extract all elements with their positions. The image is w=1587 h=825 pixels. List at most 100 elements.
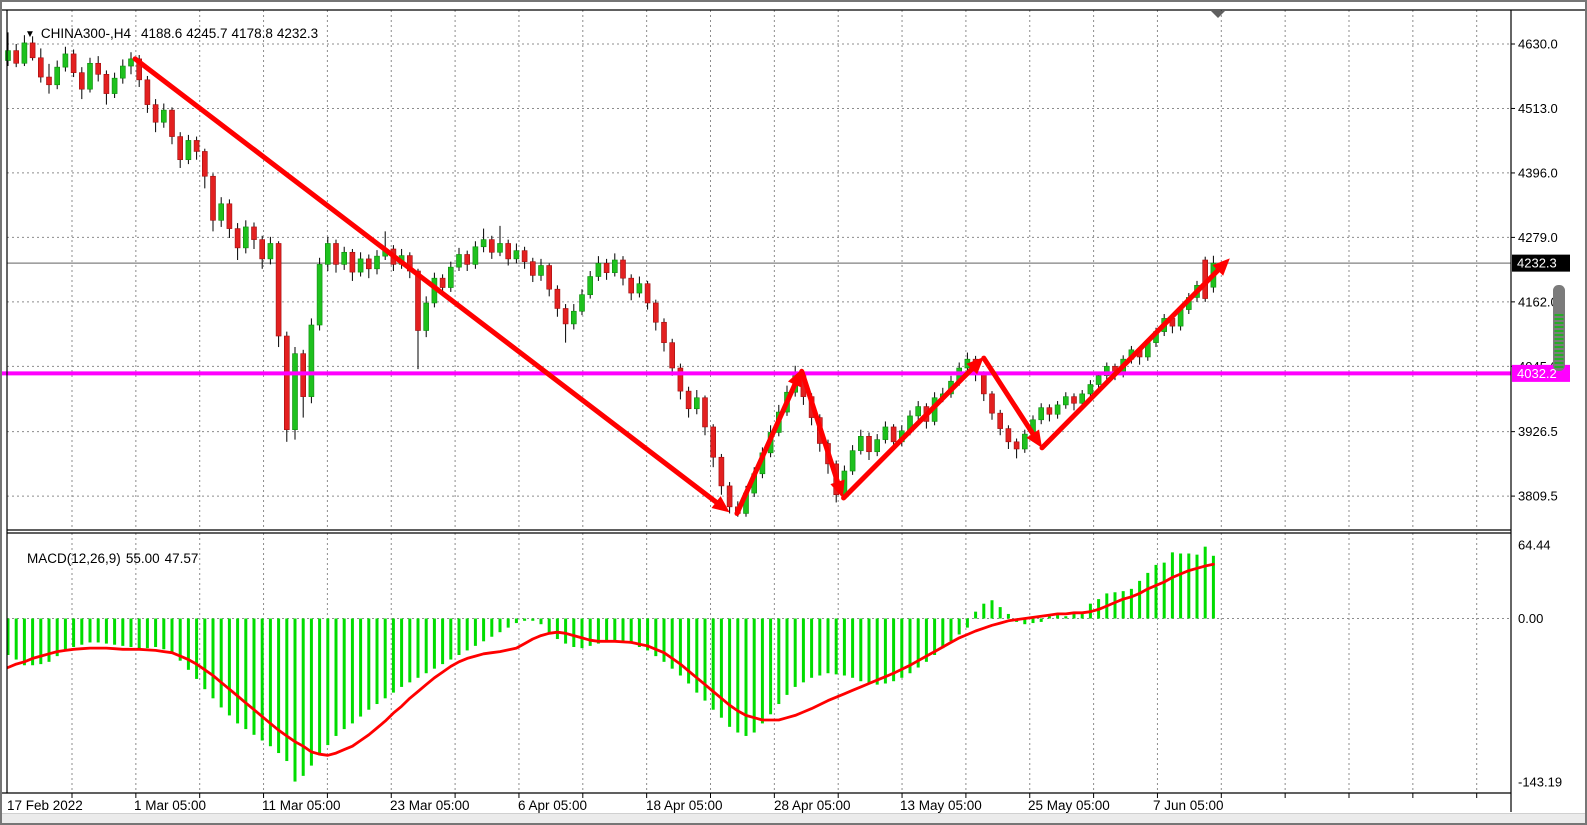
macd-histogram-bar (671, 619, 674, 669)
macd-histogram-bar (1163, 563, 1166, 619)
macd-histogram-bar (400, 619, 403, 687)
candle-body (875, 440, 880, 452)
candle-body (653, 303, 658, 322)
candle-body (498, 243, 503, 252)
indicator-name: MACD(12,26,9) (27, 551, 121, 566)
macd-histogram-bar (1032, 619, 1035, 624)
macd-histogram-bar (433, 619, 436, 669)
candle-body (38, 58, 43, 77)
macd-histogram-bar (72, 619, 75, 648)
candle-body (711, 427, 716, 457)
candle-body (1014, 442, 1019, 449)
time-axis-label: 18 Apr 05:00 (646, 798, 723, 813)
macd-histogram-bar (736, 619, 739, 733)
candle-body (465, 254, 470, 264)
candle-body (416, 271, 421, 331)
candle-body (47, 77, 52, 85)
ohlc-open: 4188.6 (141, 26, 182, 41)
macd-histogram-bar (827, 619, 830, 674)
macd-histogram-bar (548, 619, 551, 634)
macd-histogram-bar (441, 619, 444, 665)
time-axis-label: 28 Apr 05:00 (774, 798, 851, 813)
macd-histogram-bar (704, 619, 707, 701)
candle-body (645, 284, 650, 303)
chart-shift-marker-icon[interactable] (1211, 11, 1225, 18)
candle-body (629, 278, 634, 293)
candle-body (555, 289, 560, 308)
trend-arrow-line (802, 371, 839, 485)
macd-histogram-bar (228, 619, 231, 716)
macd-histogram-bar (187, 619, 190, 670)
chart-canvas[interactable]: 4630.04513.04396.04279.04162.04045.03926… (2, 2, 1587, 825)
macd-histogram-bar (786, 619, 789, 695)
macd-histogram-bar (1007, 614, 1010, 619)
macd-histogram-bar (343, 619, 346, 730)
chart-window: 4630.04513.04396.04279.04162.04045.03926… (0, 0, 1587, 825)
macd-histogram-bar (1204, 547, 1207, 619)
trend-arrow-line (737, 381, 796, 514)
candle-body (96, 63, 101, 74)
candle-body (719, 457, 724, 486)
macd-histogram-bar (195, 619, 198, 679)
candle-body (571, 311, 576, 324)
time-axis-label: 13 May 05:00 (900, 798, 982, 813)
candle-body (235, 229, 240, 248)
candle-body (596, 263, 601, 276)
macd-signal-line (8, 564, 1213, 755)
macd-histogram-bar (1179, 554, 1182, 619)
macd-histogram-bar (572, 619, 575, 648)
macd-histogram-bar (253, 619, 256, 735)
candle-body (990, 394, 995, 413)
macd-histogram-bar (581, 619, 584, 649)
macd-axis-label: 0.00 (1518, 611, 1543, 626)
candle-body (284, 336, 289, 430)
macd-histogram-bar (991, 600, 994, 618)
macd-histogram-bar (203, 619, 206, 690)
macd-histogram-bar (310, 619, 313, 766)
candle-body (112, 78, 117, 93)
candle-body (727, 486, 732, 507)
candle-body (202, 151, 207, 176)
macd-histogram-bar (269, 619, 272, 747)
candle-body (227, 204, 232, 229)
candle-body (88, 63, 93, 89)
candle-body (522, 251, 527, 262)
candle-body (867, 436, 872, 451)
macd-histogram-bar (712, 619, 715, 710)
macd-histogram-bar (564, 619, 567, 644)
macd-axis-label: 64.44 (1518, 538, 1551, 553)
macd-histogram-bar (695, 619, 698, 693)
candle-body (1096, 376, 1101, 385)
candle-body (104, 74, 109, 93)
candle-body (981, 375, 986, 394)
candle-body (276, 243, 281, 336)
macd-histogram-bar (261, 619, 264, 741)
macd-histogram-bar (277, 619, 280, 754)
candle-body (424, 303, 429, 331)
candle-body (686, 391, 691, 409)
ohlc-close: 4232.3 (277, 26, 318, 41)
candle-body (55, 67, 60, 85)
candle-body (268, 243, 273, 258)
candle-body (375, 256, 380, 269)
price-axis-label: 3809.5 (1518, 489, 1558, 504)
macd-histogram-bar (802, 619, 805, 683)
macd-histogram-bar (720, 619, 723, 718)
macd-histogram-bar (417, 619, 420, 678)
symbol-label: CHINA300-,H4 (41, 26, 131, 41)
macd-histogram-bar (499, 619, 502, 633)
candle-body (309, 325, 314, 397)
macd-histogram-bar (105, 619, 108, 644)
macd-histogram-bar (138, 619, 141, 650)
macd-histogram-bar (868, 619, 871, 684)
candle-body (621, 260, 626, 278)
candle-body (334, 243, 339, 264)
macd-histogram-bar (1114, 592, 1117, 618)
candle-body (219, 204, 224, 221)
macd-histogram-bar (15, 619, 18, 660)
symbol-dropdown-icon[interactable]: ▼ (25, 29, 35, 40)
macd-histogram-bar (220, 619, 223, 708)
macd-histogram-bar (507, 619, 510, 628)
candle-body (317, 264, 322, 325)
macd-histogram-bar (285, 619, 288, 762)
